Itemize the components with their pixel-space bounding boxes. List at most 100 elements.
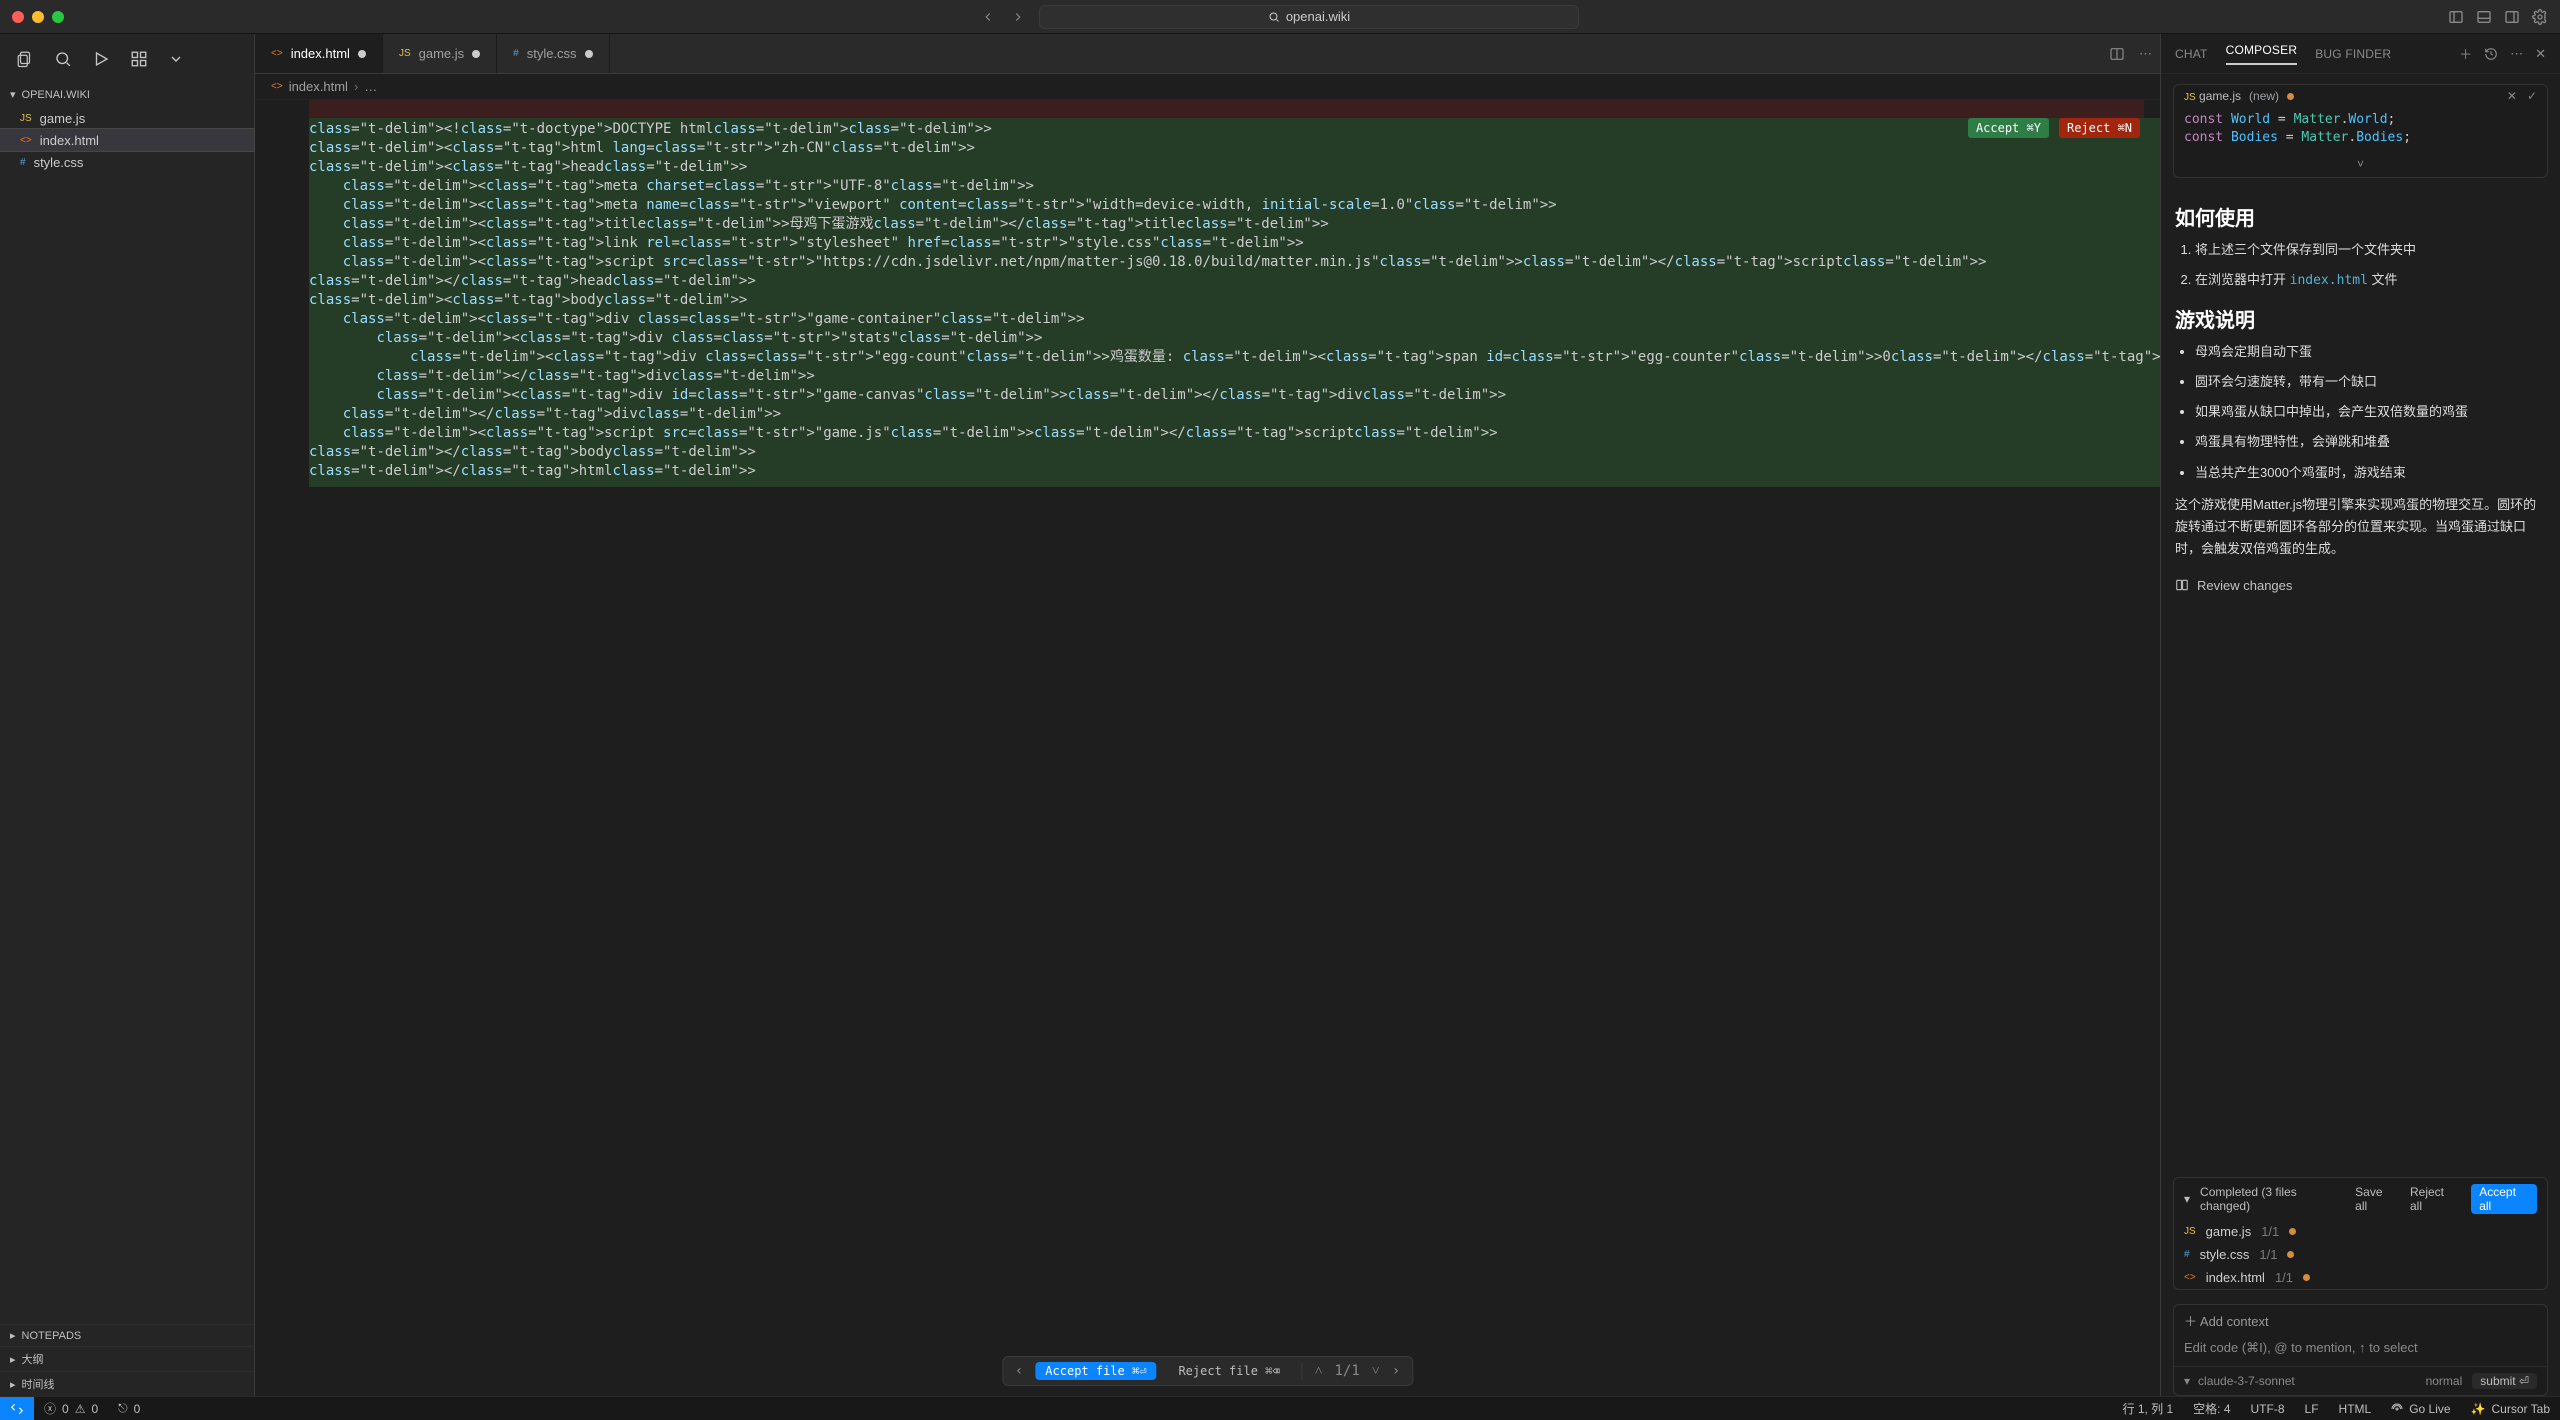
chevron-down-icon[interactable] <box>2184 1192 2190 1206</box>
add-context-button[interactable]: ＋ Add context <box>2184 1311 2269 1330</box>
chevron-left-icon[interactable]: ‹ <box>1015 1363 1023 1379</box>
status-errors[interactable]: ⓧ 0 ⚠ 0 <box>34 1400 108 1417</box>
diff-added-block: class="t-delim"><!class="t-doctype">DOCT… <box>309 118 2160 487</box>
review-changes-button[interactable]: Review changes <box>2175 578 2292 593</box>
minimize-window-button[interactable] <box>32 11 44 23</box>
snippet-new-tag: (new) <box>2249 89 2279 103</box>
title-center: openai.wiki <box>0 5 2560 29</box>
project-header[interactable]: OPENAI.WIKI <box>0 84 254 105</box>
sparkle-icon: ✨ <box>2471 1402 2486 1416</box>
sidebar-section-timeline[interactable]: 时间线 <box>0 1371 254 1396</box>
command-center-search[interactable]: openai.wiki <box>1039 5 1579 29</box>
changed-file-row[interactable]: JS game.js 1/1 <box>2174 1220 2547 1243</box>
model-picker-chevron-icon[interactable] <box>2184 1374 2190 1388</box>
editor-area: <> index.html JS game.js # style.css ⋯ <box>255 34 2160 1396</box>
tab-game-js[interactable]: JS game.js <box>383 34 497 73</box>
changed-file-row[interactable]: # style.css 1/1 <box>2174 1243 2547 1266</box>
chevron-right-icon <box>10 1329 16 1342</box>
howto-step-text: 在浏览器中打开 <box>2195 272 2290 287</box>
more-actions-icon[interactable]: ⋯ <box>2139 46 2152 62</box>
model-name[interactable]: claude-3-7-sonnet <box>2198 1374 2295 1388</box>
dirty-indicator-icon <box>2287 93 2294 100</box>
file-label: style.css <box>34 155 84 170</box>
reject-file-button[interactable]: Reject file ⌘⌫ <box>1168 1362 1289 1380</box>
dirty-indicator-icon <box>2289 1228 2296 1235</box>
howto-step: 在浏览器中打开 index.html 文件 <box>2195 269 2546 292</box>
run-icon[interactable] <box>92 50 110 68</box>
discard-snippet-icon[interactable]: ✕ <box>2507 89 2517 103</box>
status-language[interactable]: HTML <box>2329 1400 2382 1417</box>
tab-style-css[interactable]: # style.css <box>497 34 609 73</box>
next-hunk-icon[interactable]: ˅ <box>1372 1363 1380 1380</box>
status-golive[interactable]: Go Live <box>2381 1400 2460 1417</box>
apply-snippet-icon[interactable]: ✓ <box>2527 89 2537 103</box>
history-icon[interactable] <box>2484 44 2498 63</box>
close-panel-icon[interactable]: ✕ <box>2535 44 2546 63</box>
changes-summary-card: Completed (3 files changed) Save all Rej… <box>2173 1177 2548 1290</box>
panel-right-icon[interactable] <box>2504 9 2520 25</box>
status-cursor-tab[interactable]: ✨ Cursor Tab <box>2461 1400 2560 1417</box>
status-ports[interactable]: ⎋ 0 <box>108 1401 150 1416</box>
save-all-button[interactable]: Save all <box>2355 1185 2396 1213</box>
reject-all-button[interactable]: Reject all <box>2410 1185 2457 1213</box>
dirty-indicator-icon <box>2303 1274 2310 1281</box>
changed-file-ratio: 1/1 <box>2259 1247 2277 1262</box>
sidebar-section-notepads[interactable]: NOTEPADS <box>0 1324 254 1346</box>
css-file-icon: # <box>2184 1249 2190 1260</box>
settings-gear-icon[interactable] <box>2532 9 2548 25</box>
chevron-down-icon[interactable] <box>168 51 184 67</box>
status-encoding[interactable]: UTF-8 <box>2241 1400 2295 1417</box>
status-eol[interactable]: LF <box>2295 1400 2329 1417</box>
changed-files-list: JS game.js 1/1 # style.css 1/1 <> index.… <box>2174 1220 2547 1289</box>
gameplay-points: 母鸡会定期自动下蛋 圆环会匀速旋转，带有一个缺口 如果鸡蛋从缺口中掉出，会产生双… <box>2175 341 2546 483</box>
file-item-index-html[interactable]: <> index.html <box>0 129 254 151</box>
changed-file-row[interactable]: <> index.html 1/1 <box>2174 1266 2547 1289</box>
tab-composer[interactable]: COMPOSER <box>2226 43 2298 65</box>
panel-bottom-icon[interactable] <box>2476 9 2492 25</box>
dirty-indicator-icon <box>472 50 480 58</box>
expand-snippet-button[interactable]: ˅ <box>2174 157 2547 177</box>
gameplay-point: 圆环会匀速旋转，带有一个缺口 <box>2195 371 2546 393</box>
panel-left-icon[interactable] <box>2448 9 2464 25</box>
howto-steps: 将上述三个文件保存到同一个文件夹中 在浏览器中打开 index.html 文件 <box>2175 239 2546 292</box>
accept-file-button[interactable]: Accept file ⌘⏎ <box>1035 1362 1156 1380</box>
maximize-window-button[interactable] <box>52 11 64 23</box>
layout-icon[interactable] <box>130 50 148 68</box>
code-editor[interactable]: 12345678910111213141516171819 class="t-d… <box>255 100 2160 1396</box>
file-item-style-css[interactable]: # style.css <box>0 151 254 173</box>
more-icon[interactable]: ⋯ <box>2510 44 2523 63</box>
search-icon[interactable] <box>54 50 72 68</box>
chevron-right-icon[interactable]: › <box>1392 1363 1400 1379</box>
html-file-icon: <> <box>271 48 283 59</box>
status-bar: ⓧ 0 ⚠ 0 ⎋ 0 行 1, 列 1 空格: 4 UTF-8 LF HTML… <box>0 1396 2560 1420</box>
tab-chat[interactable]: CHAT <box>2175 47 2208 61</box>
status-indent[interactable]: 空格: 4 <box>2183 1400 2240 1417</box>
snippet-filename: JS game.js <box>2184 89 2241 103</box>
nav-forward-icon[interactable] <box>1011 10 1025 24</box>
file-review-bar: ‹ Accept file ⌘⏎ Reject file ⌘⌫ ˄ 1/1 ˅ … <box>1002 1356 1413 1386</box>
tab-index-html[interactable]: <> index.html <box>255 34 383 73</box>
prev-hunk-icon[interactable]: ˄ <box>1315 1363 1323 1380</box>
tab-bug-finder[interactable]: BUG FINDER <box>2315 47 2391 61</box>
file-item-game-js[interactable]: JS game.js <box>0 107 254 129</box>
composer-input[interactable]: Edit code (⌘I), @ to mention, ↑ to selec… <box>2184 1340 2418 1355</box>
javascript-file-icon: JS <box>399 48 411 59</box>
mode-label[interactable]: normal <box>2426 1374 2463 1388</box>
javascript-file-icon: JS <box>20 113 32 124</box>
submit-button[interactable]: submit ⏎ <box>2472 1373 2537 1389</box>
close-window-button[interactable] <box>12 11 24 23</box>
accept-all-button[interactable]: Accept all <box>2471 1184 2537 1214</box>
nav-back-icon[interactable] <box>981 10 995 24</box>
section-label: 时间线 <box>22 1376 55 1392</box>
accept-hunk-button[interactable]: Accept ⌘Y <box>1968 118 2049 138</box>
dirty-indicator-icon <box>358 50 366 58</box>
workbench: OPENAI.WIKI JS game.js <> index.html # s… <box>0 34 2560 1396</box>
reject-hunk-button[interactable]: Reject ⌘N <box>2059 118 2140 138</box>
split-editor-icon[interactable] <box>2109 46 2125 62</box>
files-icon[interactable] <box>16 50 34 68</box>
breadcrumb[interactable]: <> index.html › … <box>255 74 2160 100</box>
sidebar-section-outline[interactable]: 大纲 <box>0 1346 254 1371</box>
new-chat-icon[interactable]: ＋ <box>2459 44 2472 63</box>
remote-indicator[interactable] <box>0 1397 34 1420</box>
status-cursor-pos[interactable]: 行 1, 列 1 <box>2112 1400 2183 1417</box>
